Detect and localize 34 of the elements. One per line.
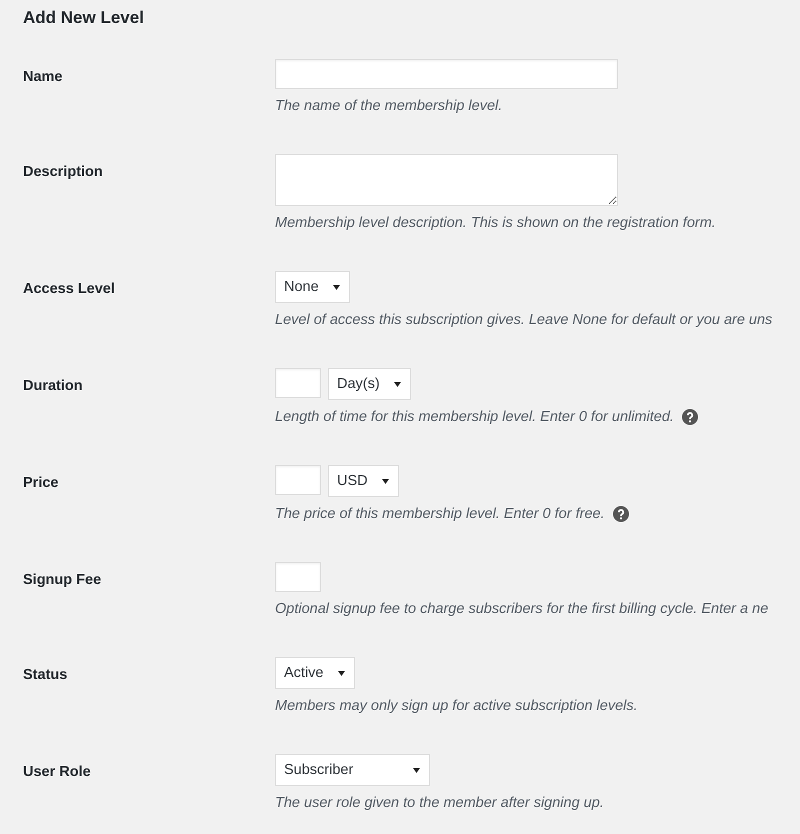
field-description: Membership level description. This is shown on the registration form. (275, 214, 716, 233)
text-area[interactable] (275, 154, 618, 206)
field-label: Description (23, 163, 104, 181)
field-label: User Role (23, 763, 92, 781)
input-field[interactable] (275, 368, 321, 398)
input-field[interactable] (275, 465, 321, 495)
field-label: Signup Fee (23, 571, 102, 589)
caret-icon (382, 478, 389, 484)
input-field[interactable] (275, 562, 321, 592)
caret-icon (394, 382, 401, 386)
field-description: Optional signup fee to charge subscribers for the first billing cycle. Enter a ne (275, 600, 768, 619)
field-label: Price (23, 474, 60, 492)
help-icon[interactable] (682, 409, 698, 425)
field-description: The user role given to the member after signing up. (275, 794, 604, 813)
field-label: Duration (23, 377, 84, 395)
field-label: Access Level (23, 280, 116, 298)
field-description: Members may only sign up for active subscription levels. (275, 697, 638, 716)
field-label: Status (23, 666, 68, 684)
caret-icon (332, 284, 340, 290)
field-description: The price of this membership level. Enter 0 for free. (275, 505, 605, 524)
dropdown[interactable]: USD (328, 465, 399, 497)
dropdown[interactable]: Subscriber (275, 754, 430, 786)
input-field[interactable] (275, 59, 618, 89)
dropdown[interactable]: Day(s) (328, 368, 411, 400)
dropdown[interactable]: Active (275, 657, 354, 689)
field-label: Name (23, 68, 64, 86)
dropdown[interactable]: None (275, 271, 350, 303)
field-description: Length of time for this membership level. Enter 0 for unlimited. (275, 408, 674, 427)
caret-icon (413, 768, 420, 772)
help-icon[interactable] (612, 506, 629, 522)
field-description: Level of access this subscription gives. Leave None for default or you are uns (275, 311, 772, 330)
caret-icon (338, 670, 344, 676)
field-description: The name of the membership level. (275, 97, 502, 116)
page-title: Add New Level (23, 7, 145, 29)
